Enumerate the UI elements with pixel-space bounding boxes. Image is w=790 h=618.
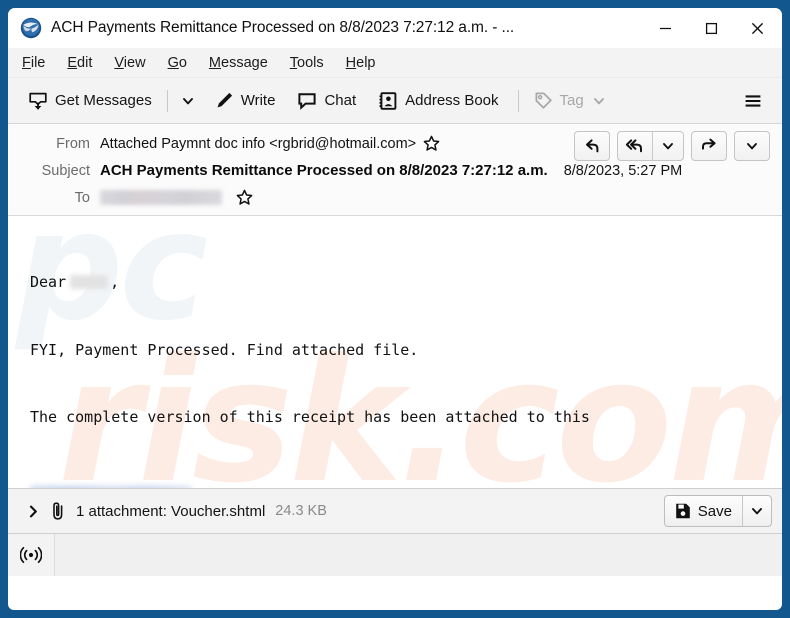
- hamburger-menu-icon[interactable]: [736, 84, 770, 118]
- save-button[interactable]: Save: [665, 496, 742, 526]
- window-frame: ACH Payments Remittance Processed on 8/8…: [0, 0, 790, 618]
- attachment-label[interactable]: 1 attachment: Voucher.shtml: [76, 503, 265, 520]
- to-row: To: [8, 184, 782, 211]
- tag-button[interactable]: Tag: [526, 84, 614, 118]
- chevron-right-icon[interactable]: [22, 504, 44, 519]
- broadcast-signal-icon[interactable]: [8, 534, 55, 576]
- body-line-2: FYI, Payment Processed. Find attached fi…: [30, 340, 419, 359]
- main-toolbar: Get Messages Write Chat Address Book Tag: [8, 78, 782, 124]
- tag-label: Tag: [559, 92, 584, 109]
- toolbar-divider-1: [166, 89, 168, 112]
- menu-accel-file: F: [22, 54, 31, 71]
- save-label: Save: [697, 502, 732, 520]
- get-messages-button[interactable]: Get Messages: [20, 84, 160, 118]
- window-title: ACH Payments Remittance Processed on 8/8…: [51, 19, 515, 36]
- get-messages-dropdown[interactable]: [175, 84, 201, 118]
- get-messages-label: Get Messages: [55, 92, 152, 109]
- message-body: pc risk.com Dear , FYI, Payment Processe…: [8, 216, 782, 489]
- status-bar-area: [55, 534, 782, 576]
- menu-accel-edit: E: [67, 54, 78, 71]
- more-actions-group: [734, 131, 770, 161]
- write-button[interactable]: Write: [207, 84, 284, 118]
- body-link-redacted[interactable]: [30, 485, 192, 488]
- menu-item-edit[interactable]: Edit: [67, 55, 92, 71]
- maximize-button[interactable]: [688, 8, 734, 48]
- to-value-redacted[interactable]: [100, 190, 222, 205]
- to-star-icon[interactable]: [236, 189, 253, 206]
- close-button[interactable]: [734, 8, 780, 48]
- tag-dropdown-icon[interactable]: [592, 94, 606, 108]
- subject-label: Subject: [41, 162, 90, 179]
- menu-accel-view: V: [114, 54, 124, 71]
- tag-icon: [534, 91, 553, 110]
- save-disk-icon: [674, 502, 692, 520]
- attachment-bar: 1 attachment: Voucher.shtml 24.3 KB Save: [8, 489, 782, 534]
- more-actions-dropdown[interactable]: [735, 132, 769, 160]
- greeting-suffix: ,: [110, 273, 120, 291]
- minimize-button[interactable]: [642, 8, 688, 48]
- chat-button[interactable]: Chat: [289, 84, 364, 118]
- menu-item-help[interactable]: Help: [346, 55, 376, 71]
- menu-accel-help: H: [345, 54, 357, 71]
- chat-label: Chat: [324, 92, 357, 109]
- paperclip-icon: [49, 501, 67, 521]
- chat-bubble-icon: [297, 91, 317, 111]
- thunderbird-icon: [20, 17, 42, 39]
- from-label: From: [56, 135, 90, 152]
- address-book-label: Address Book: [405, 92, 499, 109]
- save-dropdown[interactable]: [742, 496, 771, 526]
- forward-button[interactable]: [692, 132, 726, 160]
- reply-all-group: [617, 131, 684, 161]
- menu-item-tools[interactable]: Tools: [290, 55, 324, 71]
- get-messages-icon: [28, 91, 48, 111]
- reply-all-button[interactable]: [618, 132, 652, 160]
- from-value[interactable]: Attached Paymnt doc info <rgbrid@hotmail…: [100, 136, 416, 152]
- save-button-group: Save: [663, 495, 772, 527]
- body-greeting-line: Dear ,: [30, 271, 782, 294]
- address-book-button[interactable]: Address Book: [370, 84, 506, 118]
- menu-item-file[interactable]: File: [22, 55, 45, 71]
- menu-bar: File Edit View Go Message Tools Help: [8, 48, 782, 78]
- menu-item-go[interactable]: Go: [168, 55, 187, 71]
- message-body-text: Dear , FYI, Payment Processed. Find atta…: [8, 216, 782, 488]
- body-line-3: The complete version of this receipt has…: [30, 408, 590, 426]
- address-book-icon: [378, 91, 398, 111]
- message-action-buttons: [574, 131, 770, 161]
- star-icon[interactable]: [423, 135, 440, 152]
- menu-accel-message: M: [208, 54, 222, 71]
- subject-row: Subject ACH Payments Remittance Processe…: [8, 157, 782, 184]
- menu-item-view[interactable]: View: [114, 55, 145, 71]
- reply-all-dropdown[interactable]: [653, 132, 683, 160]
- reply-group: [574, 131, 610, 161]
- write-label: Write: [240, 92, 276, 109]
- subject-value: ACH Payments Remittance Processed on 8/8…: [100, 162, 548, 179]
- message-header: From Attached Paymnt doc info <rgbrid@ho…: [8, 124, 782, 216]
- menu-item-message[interactable]: Message: [209, 55, 268, 71]
- status-bar: [8, 534, 782, 576]
- window-inner: ACH Payments Remittance Processed on 8/8…: [8, 8, 782, 610]
- reply-button[interactable]: [575, 132, 609, 160]
- title-bar: ACH Payments Remittance Processed on 8/8…: [8, 8, 782, 48]
- received-date: 8/8/2023, 5:27 PM: [563, 162, 683, 179]
- greeting-prefix: Dear: [30, 273, 67, 291]
- greeting-name-redacted: [70, 275, 109, 289]
- to-label: To: [74, 189, 90, 206]
- menu-label-file: ile: [30, 54, 46, 71]
- menu-accel-go: G: [167, 54, 179, 71]
- forward-group: [691, 131, 727, 161]
- attachment-size: 24.3 KB: [275, 503, 327, 519]
- menu-accel-tools: T: [289, 54, 298, 71]
- toolbar-divider-2: [517, 89, 519, 112]
- pencil-icon: [215, 91, 234, 110]
